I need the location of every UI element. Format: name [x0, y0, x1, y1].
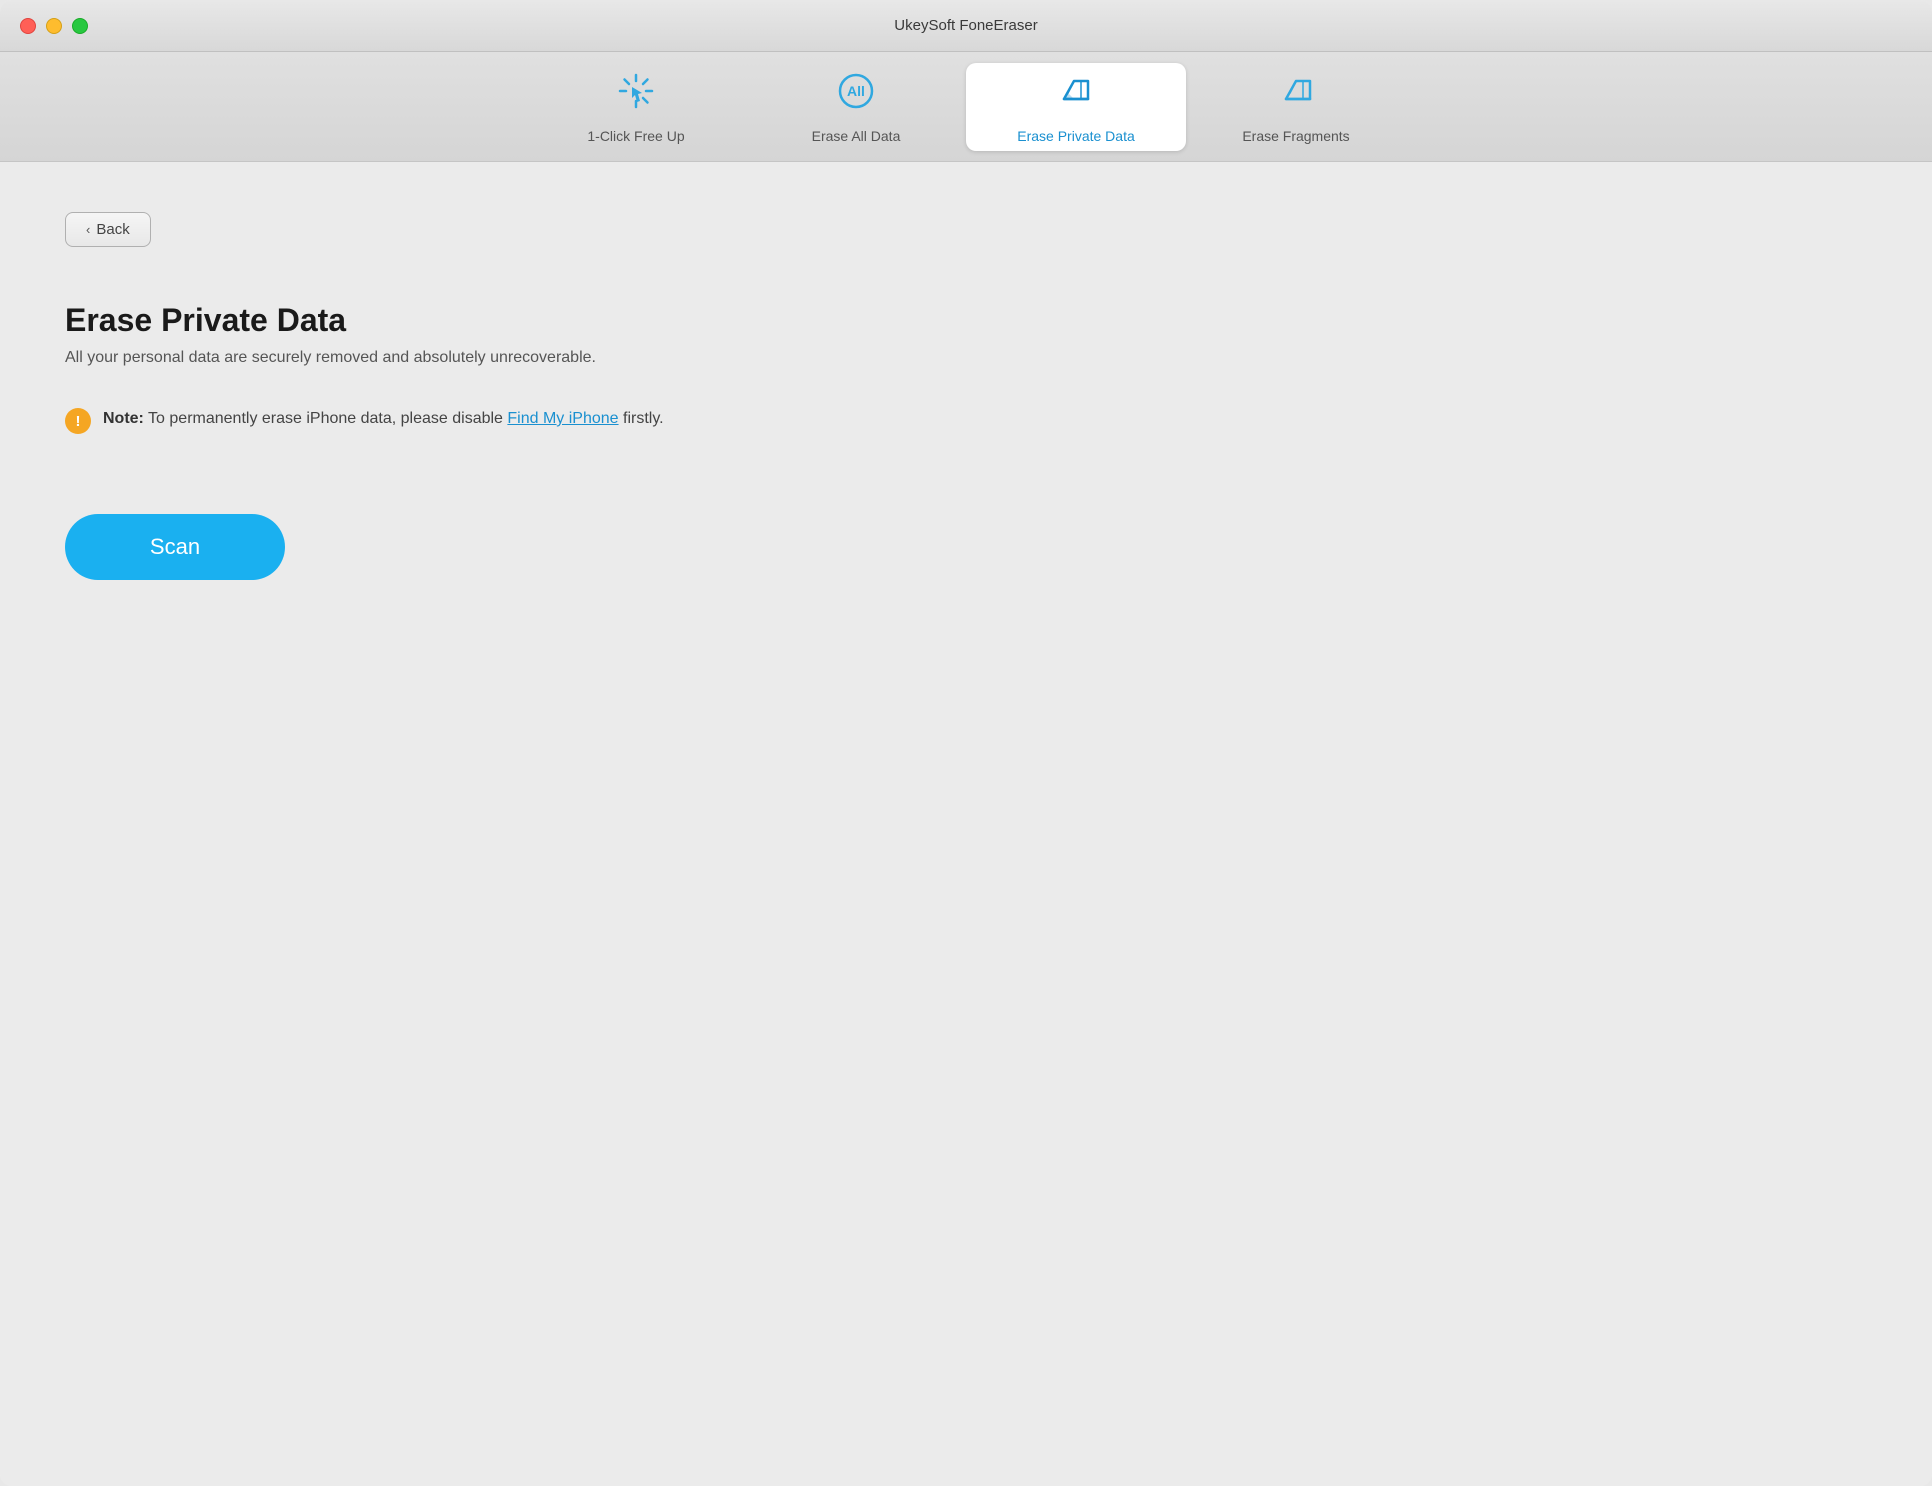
minimize-button[interactable] [46, 18, 62, 34]
scan-button[interactable]: Scan [65, 514, 285, 580]
title-bar: UkeySoft FoneEraser [0, 0, 1932, 52]
window-title: UkeySoft FoneEraser [894, 17, 1037, 34]
note-suffix: firstly. [619, 410, 664, 427]
erase-private-icon [1054, 69, 1098, 120]
page-title: Erase Private Data [65, 302, 1867, 339]
one-click-icon [614, 69, 658, 120]
find-my-iphone-link[interactable]: Find My iPhone [507, 410, 618, 427]
tab-one-click[interactable]: 1-Click Free Up [526, 63, 746, 151]
tab-erase-all[interactable]: All Erase All Data [746, 63, 966, 151]
tab-erase-private-label: Erase Private Data [1017, 128, 1135, 144]
warning-icon: ! [65, 408, 91, 434]
note-text: Note: To permanently erase iPhone data, … [103, 407, 664, 431]
tab-bar: 1-Click Free Up All Erase All Data [0, 52, 1932, 162]
page-subtitle: All your personal data are securely remo… [65, 349, 1867, 367]
app-window: UkeySoft FoneEraser 1-Click Fre [0, 0, 1932, 1486]
close-button[interactable] [20, 18, 36, 34]
warning-symbol: ! [76, 414, 81, 429]
tab-erase-private[interactable]: Erase Private Data [966, 63, 1186, 151]
erase-fragments-icon [1274, 69, 1318, 120]
traffic-lights [20, 18, 88, 34]
tab-erase-fragments-label: Erase Fragments [1242, 128, 1349, 144]
note-row: ! Note: To permanently erase iPhone data… [65, 407, 1867, 434]
svg-text:All: All [847, 83, 865, 99]
tab-erase-fragments[interactable]: Erase Fragments [1186, 63, 1406, 151]
note-label: Note: [103, 410, 144, 427]
maximize-button[interactable] [72, 18, 88, 34]
erase-all-icon: All [834, 69, 878, 120]
back-button-label: Back [96, 221, 129, 238]
back-button[interactable]: ‹ Back [65, 212, 151, 247]
back-chevron-icon: ‹ [86, 222, 90, 237]
scan-button-label: Scan [150, 534, 200, 560]
note-body: To permanently erase iPhone data, please… [148, 410, 507, 427]
tab-erase-all-label: Erase All Data [812, 128, 901, 144]
tab-one-click-label: 1-Click Free Up [587, 128, 684, 144]
main-content: ‹ Back Erase Private Data All your perso… [0, 162, 1932, 1486]
